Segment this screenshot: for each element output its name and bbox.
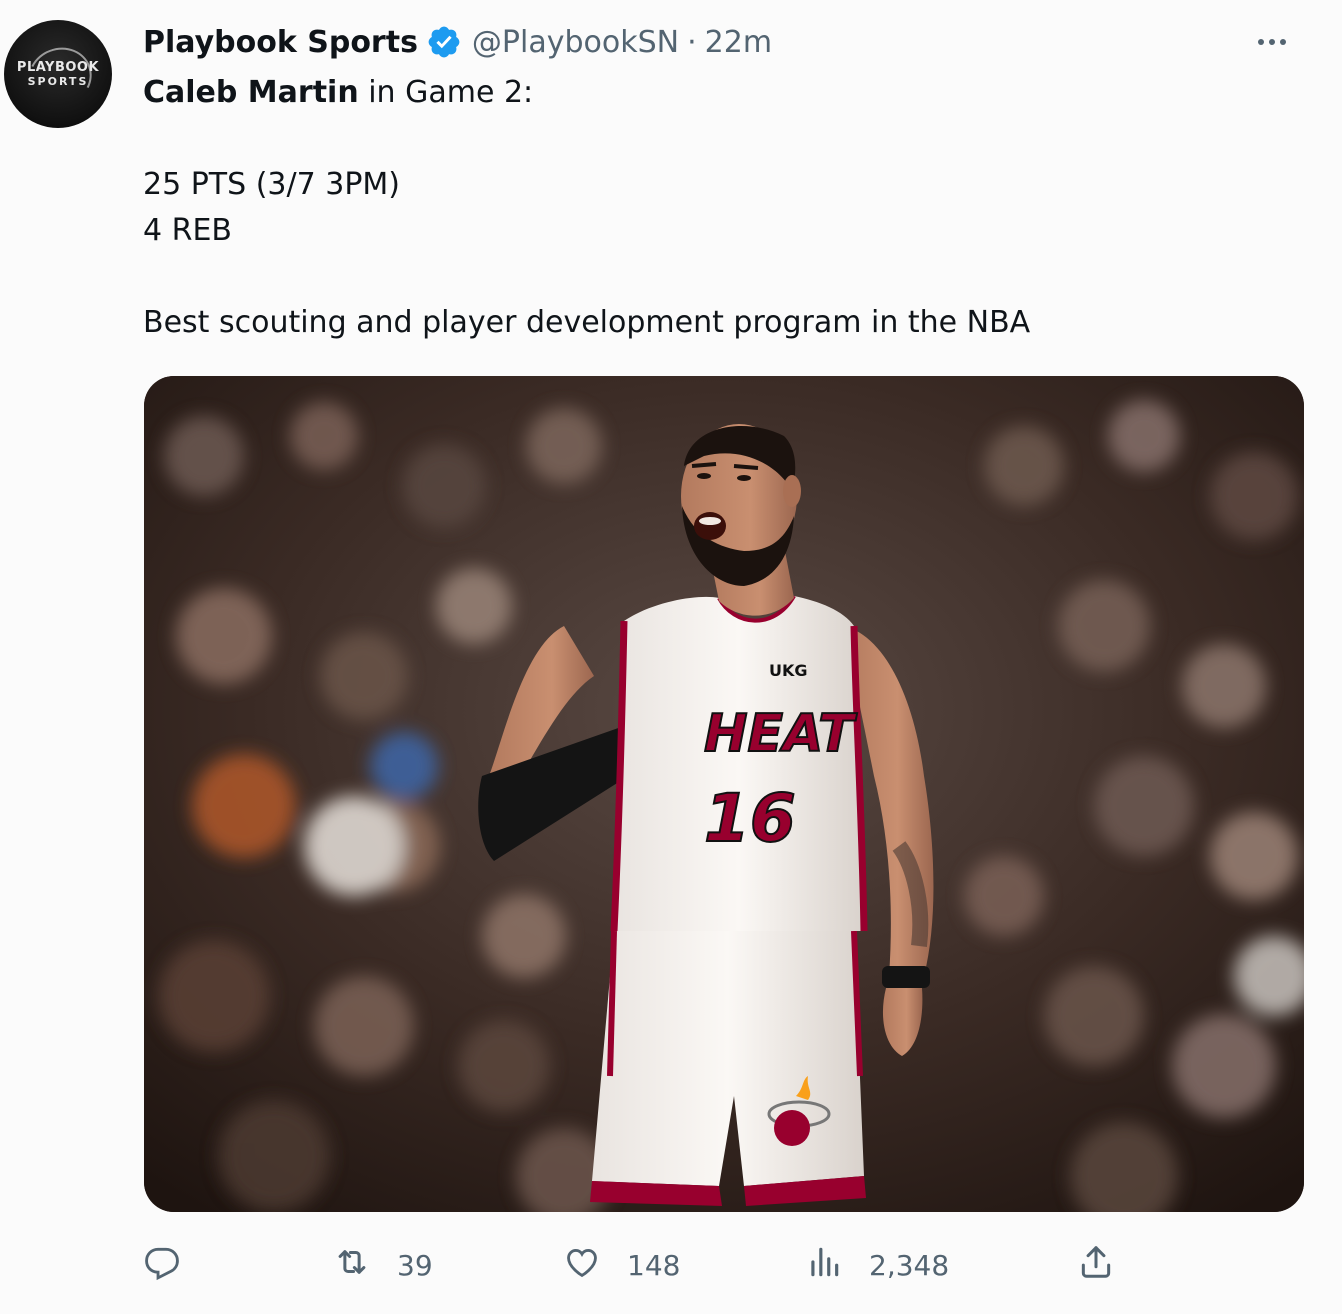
retweet-icon bbox=[333, 1243, 371, 1288]
retweet-button[interactable]: 39 bbox=[333, 1240, 433, 1290]
avatar-logo-line2: SPORTS bbox=[27, 74, 89, 88]
tweet-line-1-rest: in Game 2: bbox=[358, 75, 534, 110]
player-name: Caleb Martin bbox=[143, 75, 359, 110]
handle[interactable]: @PlaybookSN bbox=[472, 25, 679, 60]
like-icon bbox=[563, 1243, 601, 1288]
views-button[interactable]: 2,348 bbox=[805, 1240, 949, 1290]
photo-basketball-player: UKG HEAT 16 bbox=[144, 376, 1304, 1212]
share-icon bbox=[1077, 1243, 1115, 1288]
like-count: 148 bbox=[627, 1248, 681, 1282]
avatar[interactable]: PLAYBOOK SPORTS bbox=[4, 20, 112, 128]
reply-button[interactable] bbox=[143, 1240, 207, 1290]
retweet-count: 39 bbox=[397, 1248, 433, 1282]
stat-points: 25 PTS (3/7 3PM) bbox=[143, 167, 400, 202]
verified-badge-icon bbox=[426, 24, 462, 60]
like-button[interactable]: 148 bbox=[563, 1240, 680, 1290]
share-button[interactable] bbox=[1077, 1240, 1115, 1290]
more-icon[interactable] bbox=[1252, 28, 1292, 56]
tweet-closing: Best scouting and player development pro… bbox=[143, 305, 1031, 340]
tweet-line-1: Caleb Martin in Game 2: bbox=[143, 70, 1303, 116]
separator-dot: · bbox=[687, 24, 697, 60]
jersey-team-text: HEAT bbox=[704, 704, 857, 764]
reply-icon bbox=[143, 1243, 181, 1288]
jersey-number-text: 16 bbox=[704, 780, 796, 857]
jersey-sponsor-text: UKG bbox=[769, 661, 808, 680]
views-count: 2,348 bbox=[869, 1248, 950, 1282]
stat-rebounds: 4 REB bbox=[143, 213, 233, 248]
action-bar: 39 148 2,348 bbox=[143, 1240, 1303, 1290]
display-name[interactable]: Playbook Sports bbox=[143, 25, 418, 60]
tweet[interactable]: PLAYBOOK SPORTS Playbook Sports @Playboo… bbox=[0, 0, 1342, 1314]
avatar-logo-line1: PLAYBOOK bbox=[16, 59, 100, 75]
tweet-photo[interactable]: UKG HEAT 16 bbox=[144, 376, 1304, 1212]
tweet-text: Caleb Martin in Game 2: 25 PTS (3/7 3PM)… bbox=[143, 70, 1303, 346]
tweet-header: Playbook Sports @PlaybookSN · 22m bbox=[143, 22, 772, 62]
timestamp[interactable]: 22m bbox=[705, 25, 772, 60]
views-icon bbox=[805, 1243, 843, 1288]
